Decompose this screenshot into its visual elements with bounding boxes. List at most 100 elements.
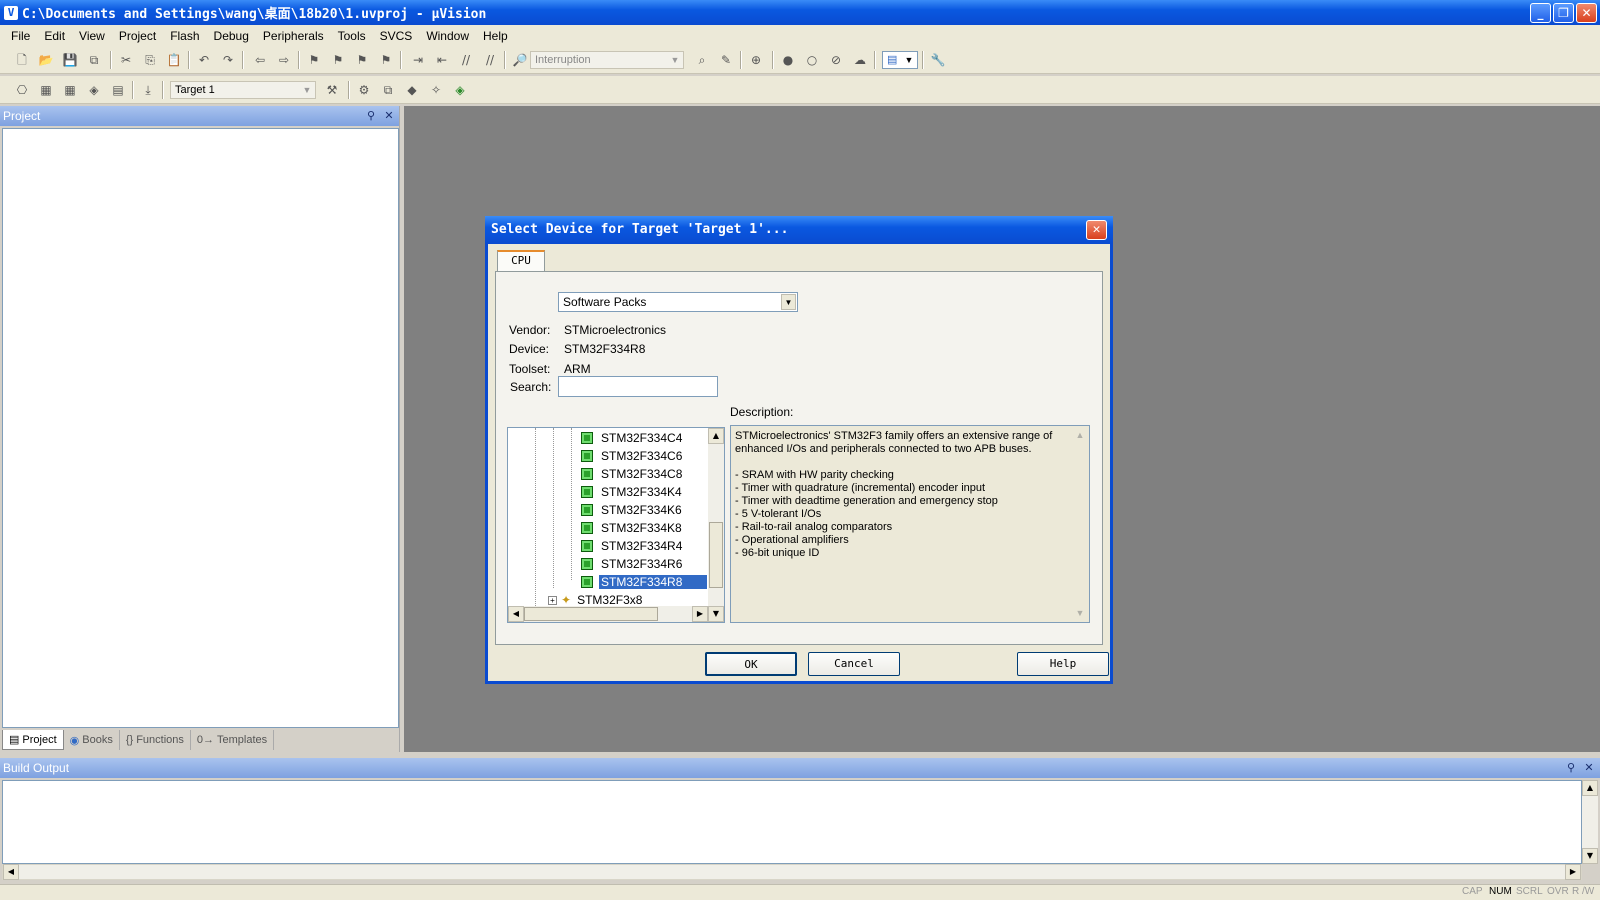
list-item[interactable]: STM32F334R6 (581, 555, 684, 573)
build-output-text[interactable] (2, 780, 1582, 864)
breakpoint-icon[interactable]: ● (780, 52, 796, 68)
scrollbar-thumb[interactable] (709, 522, 723, 588)
menu-tools[interactable]: Tools (331, 29, 373, 43)
menu-debug[interactable]: Debug (207, 29, 256, 43)
save-all-icon[interactable]: ⧉ (86, 52, 102, 68)
cancel-button[interactable]: Cancel (808, 652, 900, 676)
comment-icon[interactable]: // (458, 52, 474, 68)
kill-breakpoints-icon[interactable]: ☁ (852, 52, 868, 68)
scroll-down-icon[interactable]: ▼ (1582, 848, 1598, 864)
list-item[interactable]: STM32F334C4 (581, 429, 684, 447)
scroll-down-icon[interactable]: ▼ (1072, 605, 1088, 621)
scroll-up-icon[interactable]: ▲ (708, 428, 724, 444)
description-vscrollbar[interactable]: ▲ ▼ (1072, 427, 1088, 621)
pin-icon[interactable]: ⚲ (364, 109, 378, 123)
interrupt-combo[interactable]: Interruption ▼ (530, 51, 684, 69)
list-item-selected[interactable]: STM32F334R8 (581, 573, 707, 591)
uncomment-icon[interactable]: // (482, 52, 498, 68)
translate-icon[interactable]: ⎔ (14, 82, 30, 98)
device-tree-vscrollbar[interactable]: ▲ (708, 428, 724, 606)
disable-breakpoint-icon[interactable]: ○ (804, 52, 820, 68)
next-bookmark-icon[interactable]: ⚑ (354, 52, 370, 68)
menu-edit[interactable]: Edit (37, 29, 72, 43)
build-output-vscrollbar[interactable]: ▲ ▼ (1582, 780, 1598, 864)
close-icon[interactable]: ✕ (382, 109, 396, 123)
rebuild-icon[interactable]: ▦ (62, 82, 78, 98)
pin-icon[interactable]: ⚲ (1564, 761, 1578, 775)
restore-button[interactable]: ❐ (1553, 3, 1574, 23)
tab-books[interactable]: ◉ Books (64, 730, 120, 750)
search-input[interactable] (558, 376, 718, 397)
paste-icon[interactable]: 📋 (166, 52, 182, 68)
list-item[interactable]: STM32F334K4 (581, 483, 684, 501)
menu-project[interactable]: Project (112, 29, 163, 43)
list-item[interactable]: STM32F334R4 (581, 537, 684, 555)
download-icon[interactable]: ⤓ (140, 82, 156, 98)
menu-view[interactable]: View (72, 29, 112, 43)
clear-bookmarks-icon[interactable]: ⚑ (378, 52, 394, 68)
batch-build-icon[interactable]: ◈ (86, 82, 102, 98)
scroll-up-icon[interactable]: ▲ (1582, 780, 1598, 796)
target-options-icon[interactable]: ⚒ (324, 82, 340, 98)
unindent-icon[interactable]: ⇤ (434, 52, 450, 68)
bookmark-icon[interactable]: ⚑ (306, 52, 322, 68)
list-item[interactable]: STM32F334C6 (581, 447, 684, 465)
device-tree-hscrollbar[interactable]: ◀ ▶ ▼ (508, 606, 724, 622)
scroll-right-icon[interactable]: ▶ (1565, 864, 1581, 880)
close-icon[interactable]: ✕ (1582, 761, 1596, 775)
find-in-files-icon[interactable]: 🔎 (512, 52, 528, 68)
stop-build-icon[interactable]: ▤ (110, 82, 126, 98)
project-tree[interactable] (2, 128, 399, 728)
build-output-hscrollbar[interactable]: ◀ ▶ (2, 864, 1582, 880)
expand-icon[interactable]: + (548, 595, 557, 605)
list-item[interactable]: STM32F334C8 (581, 465, 684, 483)
target-combo[interactable]: Target 1 ▼ (170, 81, 316, 99)
scroll-down-icon[interactable]: ▼ (708, 606, 724, 622)
configure-icon[interactable]: 🔧 (930, 52, 946, 68)
incremental-find-icon[interactable]: ✎ (718, 52, 734, 68)
find-icon[interactable]: ⌕ (694, 52, 710, 68)
tab-templates[interactable]: 0→ Templates (191, 730, 275, 750)
prev-bookmark-icon[interactable]: ⚑ (330, 52, 346, 68)
indent-icon[interactable]: ⇥ (410, 52, 426, 68)
tab-project[interactable]: ▤ Project (2, 730, 64, 750)
close-button[interactable]: ✕ (1576, 3, 1597, 23)
menu-peripherals[interactable]: Peripherals (256, 29, 331, 43)
undo-icon[interactable]: ↶ (196, 52, 212, 68)
list-item[interactable]: STM32F334K8 (581, 519, 684, 537)
back-icon[interactable]: ⇦ (252, 52, 268, 68)
menu-help[interactable]: Help (476, 29, 515, 43)
cut-icon[interactable]: ✂ (118, 52, 134, 68)
debug-session-icon[interactable]: ⊕ (748, 52, 764, 68)
save-icon[interactable]: 💾 (62, 52, 78, 68)
menu-window[interactable]: Window (419, 29, 476, 43)
disable-all-breakpoints-icon[interactable]: ⊘ (828, 52, 844, 68)
minimize-button[interactable]: _ (1530, 3, 1551, 23)
menu-flash[interactable]: Flash (163, 29, 206, 43)
scroll-left-icon[interactable]: ◀ (508, 606, 524, 622)
tab-cpu[interactable]: CPU (497, 250, 545, 271)
run-time-environment-icon[interactable]: ◈ (452, 82, 468, 98)
menu-svcs[interactable]: SVCS (373, 29, 420, 43)
help-button[interactable]: Help (1017, 652, 1109, 676)
pack-installer-icon[interactable]: ✧ (428, 82, 444, 98)
new-file-icon[interactable]: 🗋 (14, 52, 30, 68)
scrollbar-thumb[interactable] (524, 607, 658, 621)
device-source-select[interactable]: Software Packs ▼ (558, 292, 798, 312)
copy-icon[interactable]: ⎘ (142, 52, 158, 68)
scroll-right-icon[interactable]: ▶ (692, 606, 708, 622)
file-extensions-icon[interactable]: ⧉ (380, 82, 396, 98)
dialog-close-button[interactable]: ✕ (1086, 220, 1107, 240)
window-layout-button[interactable]: ▤ ▼ (882, 51, 918, 69)
tab-functions[interactable]: {} Functions (120, 730, 191, 750)
forward-icon[interactable]: ⇨ (276, 52, 292, 68)
open-folder-icon[interactable]: 📂 (38, 52, 54, 68)
build-icon[interactable]: ▦ (38, 82, 54, 98)
redo-icon[interactable]: ↷ (220, 52, 236, 68)
scroll-left-icon[interactable]: ◀ (3, 864, 19, 880)
manage-components-icon[interactable]: ⚙ (356, 82, 372, 98)
menu-file[interactable]: File (4, 29, 37, 43)
ok-button[interactable]: OK (705, 652, 797, 676)
select-packs-icon[interactable]: ◆ (404, 82, 420, 98)
list-item[interactable]: STM32F334K6 (581, 501, 684, 519)
